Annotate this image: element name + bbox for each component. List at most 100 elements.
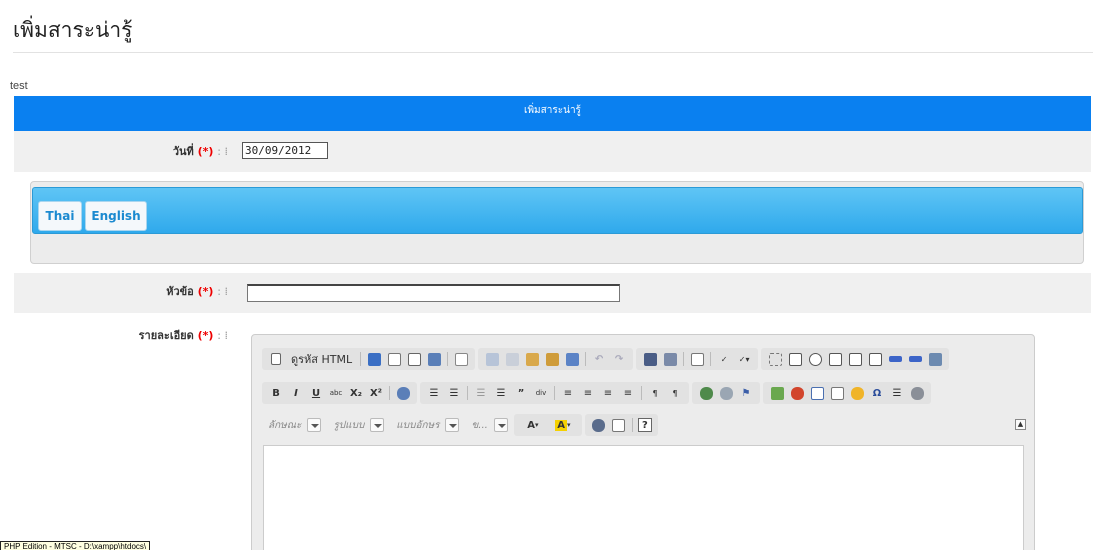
select-all-icon[interactable] — [689, 351, 705, 367]
toolbar-separator — [360, 352, 362, 366]
templates-icon[interactable] — [453, 351, 469, 367]
toolbar-group-tools: ? — [584, 414, 658, 436]
replace-icon[interactable] — [662, 351, 678, 367]
toolbar-separator — [467, 386, 468, 400]
chevron-down-icon — [307, 418, 322, 432]
subscript-button[interactable]: X₂ — [348, 385, 364, 401]
format-combo[interactable]: รูปแบบ — [327, 416, 385, 434]
button-field-icon[interactable] — [887, 351, 903, 367]
save-icon[interactable] — [366, 351, 382, 367]
bulleted-list-icon[interactable]: ☰ — [446, 385, 462, 401]
font-combo-label: แบบอักษร — [396, 419, 440, 431]
styles-combo[interactable]: ลักษณะ — [262, 416, 322, 434]
font-size-combo-label: ข... — [471, 419, 488, 431]
remove-format-icon[interactable] — [395, 385, 411, 401]
toolbar-group-paragraph: ☰ ☰ ☰ ☰ ” div ≡ ≡ ≡ ≡ ¶ ¶ — [420, 382, 689, 404]
required-mark: (*) — [197, 329, 214, 342]
image-icon[interactable] — [769, 385, 785, 401]
copy-icon[interactable] — [504, 351, 520, 367]
justify-icon[interactable]: ≡ — [620, 385, 636, 401]
image-button-icon[interactable] — [907, 351, 923, 367]
select-field-icon[interactable] — [867, 351, 883, 367]
toolbar-separator — [641, 386, 642, 400]
smiley-icon[interactable] — [849, 385, 865, 401]
anchor-icon[interactable]: ⚑ — [738, 385, 754, 401]
align-center-icon[interactable]: ≡ — [580, 385, 596, 401]
div-container-icon[interactable]: div — [533, 385, 549, 401]
maximize-icon[interactable] — [591, 417, 607, 433]
toolbar-separator — [447, 352, 449, 366]
spellcheck-icon[interactable]: ✓ — [716, 351, 732, 367]
strikethrough-button[interactable]: abc — [328, 385, 344, 401]
collapse-toolbar-icon[interactable]: ▲ — [1015, 419, 1026, 430]
align-right-icon[interactable]: ≡ — [600, 385, 616, 401]
preview-icon[interactable] — [406, 351, 422, 367]
chevron-down-icon — [493, 418, 508, 432]
styles-combo-label: ลักษณะ — [268, 419, 302, 431]
chevron-down-icon — [370, 418, 385, 432]
rtl-icon[interactable]: ¶ — [667, 385, 683, 401]
tab-thai[interactable]: Thai — [38, 201, 82, 231]
required-mark: (*) — [197, 145, 214, 158]
numbered-list-icon[interactable]: ☰ — [426, 385, 442, 401]
special-char-icon[interactable]: Ω — [869, 385, 885, 401]
page-title: เพิ่มสาระน่ารู้ — [13, 18, 133, 42]
align-left-icon[interactable]: ≡ — [560, 385, 576, 401]
paste-text-icon[interactable] — [544, 351, 560, 367]
tab-english[interactable]: English — [85, 201, 147, 231]
undo-icon[interactable]: ↶ — [591, 351, 607, 367]
editor-content-area[interactable] — [263, 445, 1024, 550]
textarea-icon[interactable] — [847, 351, 863, 367]
language-tabs-panel: Thai English — [30, 181, 1084, 264]
show-blocks-icon[interactable] — [611, 417, 627, 433]
table-icon[interactable] — [809, 385, 825, 401]
horizontal-rule-icon[interactable] — [829, 385, 845, 401]
form-icon[interactable] — [767, 351, 783, 367]
toolbar-group-editing: ✓ ✓▾ — [636, 348, 759, 370]
flash-icon[interactable] — [789, 385, 805, 401]
underline-button[interactable]: U — [308, 385, 324, 401]
toolbar-separator — [585, 352, 587, 366]
blockquote-icon[interactable]: ” — [513, 385, 529, 401]
italic-button[interactable]: I — [288, 385, 304, 401]
new-page-icon[interactable] — [386, 351, 402, 367]
hidden-field-icon[interactable] — [927, 351, 943, 367]
unlink-icon[interactable] — [718, 385, 734, 401]
toolbar-separator — [554, 386, 555, 400]
help-icon[interactable]: ? — [637, 418, 652, 432]
indent-icon[interactable]: ☰ — [493, 385, 509, 401]
find-icon[interactable] — [642, 351, 658, 367]
chevron-down-icon — [445, 418, 460, 432]
checkbox-icon[interactable] — [787, 351, 803, 367]
toolbar-group-clipboard: ↶ ↷ — [478, 348, 634, 370]
topic-input[interactable] — [247, 284, 620, 302]
iframe-icon[interactable] — [909, 385, 925, 401]
label-divider-bar: ⁞ — [221, 329, 228, 342]
paste-icon[interactable] — [524, 351, 540, 367]
outdent-icon[interactable]: ☰ — [473, 385, 489, 401]
textfield-icon[interactable] — [827, 351, 843, 367]
bold-button[interactable]: B — [268, 385, 284, 401]
spellcheck-as-you-type-icon[interactable]: ✓▾ — [736, 351, 752, 367]
font-size-combo[interactable]: ข... — [465, 416, 508, 434]
source-icon — [268, 351, 284, 367]
toolbar-group-insert: Ω ☰ — [763, 382, 931, 404]
topic-label: หัวข้อ (*) : ⁞ — [14, 282, 236, 300]
redo-icon[interactable]: ↷ — [611, 351, 627, 367]
source-button[interactable]: ดูรหัส HTML — [288, 351, 355, 367]
link-icon[interactable] — [698, 385, 714, 401]
toolbar-separator — [389, 386, 390, 400]
editor-toolbar-row-1: ดูรหัส HTML ↶ ↷ ✓ ✓▾ — [262, 347, 952, 371]
print-icon[interactable] — [426, 351, 442, 367]
toolbar-group-colors: A ▾ A ▾ — [513, 414, 582, 436]
date-input[interactable]: 30/09/2012 — [242, 142, 328, 159]
radio-icon[interactable] — [807, 351, 823, 367]
font-combo[interactable]: แบบอักษร — [390, 416, 460, 434]
paste-word-icon[interactable] — [564, 351, 580, 367]
text-color-icon[interactable]: A ▾ — [520, 417, 546, 433]
cut-icon[interactable] — [484, 351, 500, 367]
ltr-icon[interactable]: ¶ — [647, 385, 663, 401]
superscript-button[interactable]: X² — [368, 385, 384, 401]
background-color-icon[interactable]: A ▾ — [550, 417, 576, 433]
page-break-icon[interactable]: ☰ — [889, 385, 905, 401]
